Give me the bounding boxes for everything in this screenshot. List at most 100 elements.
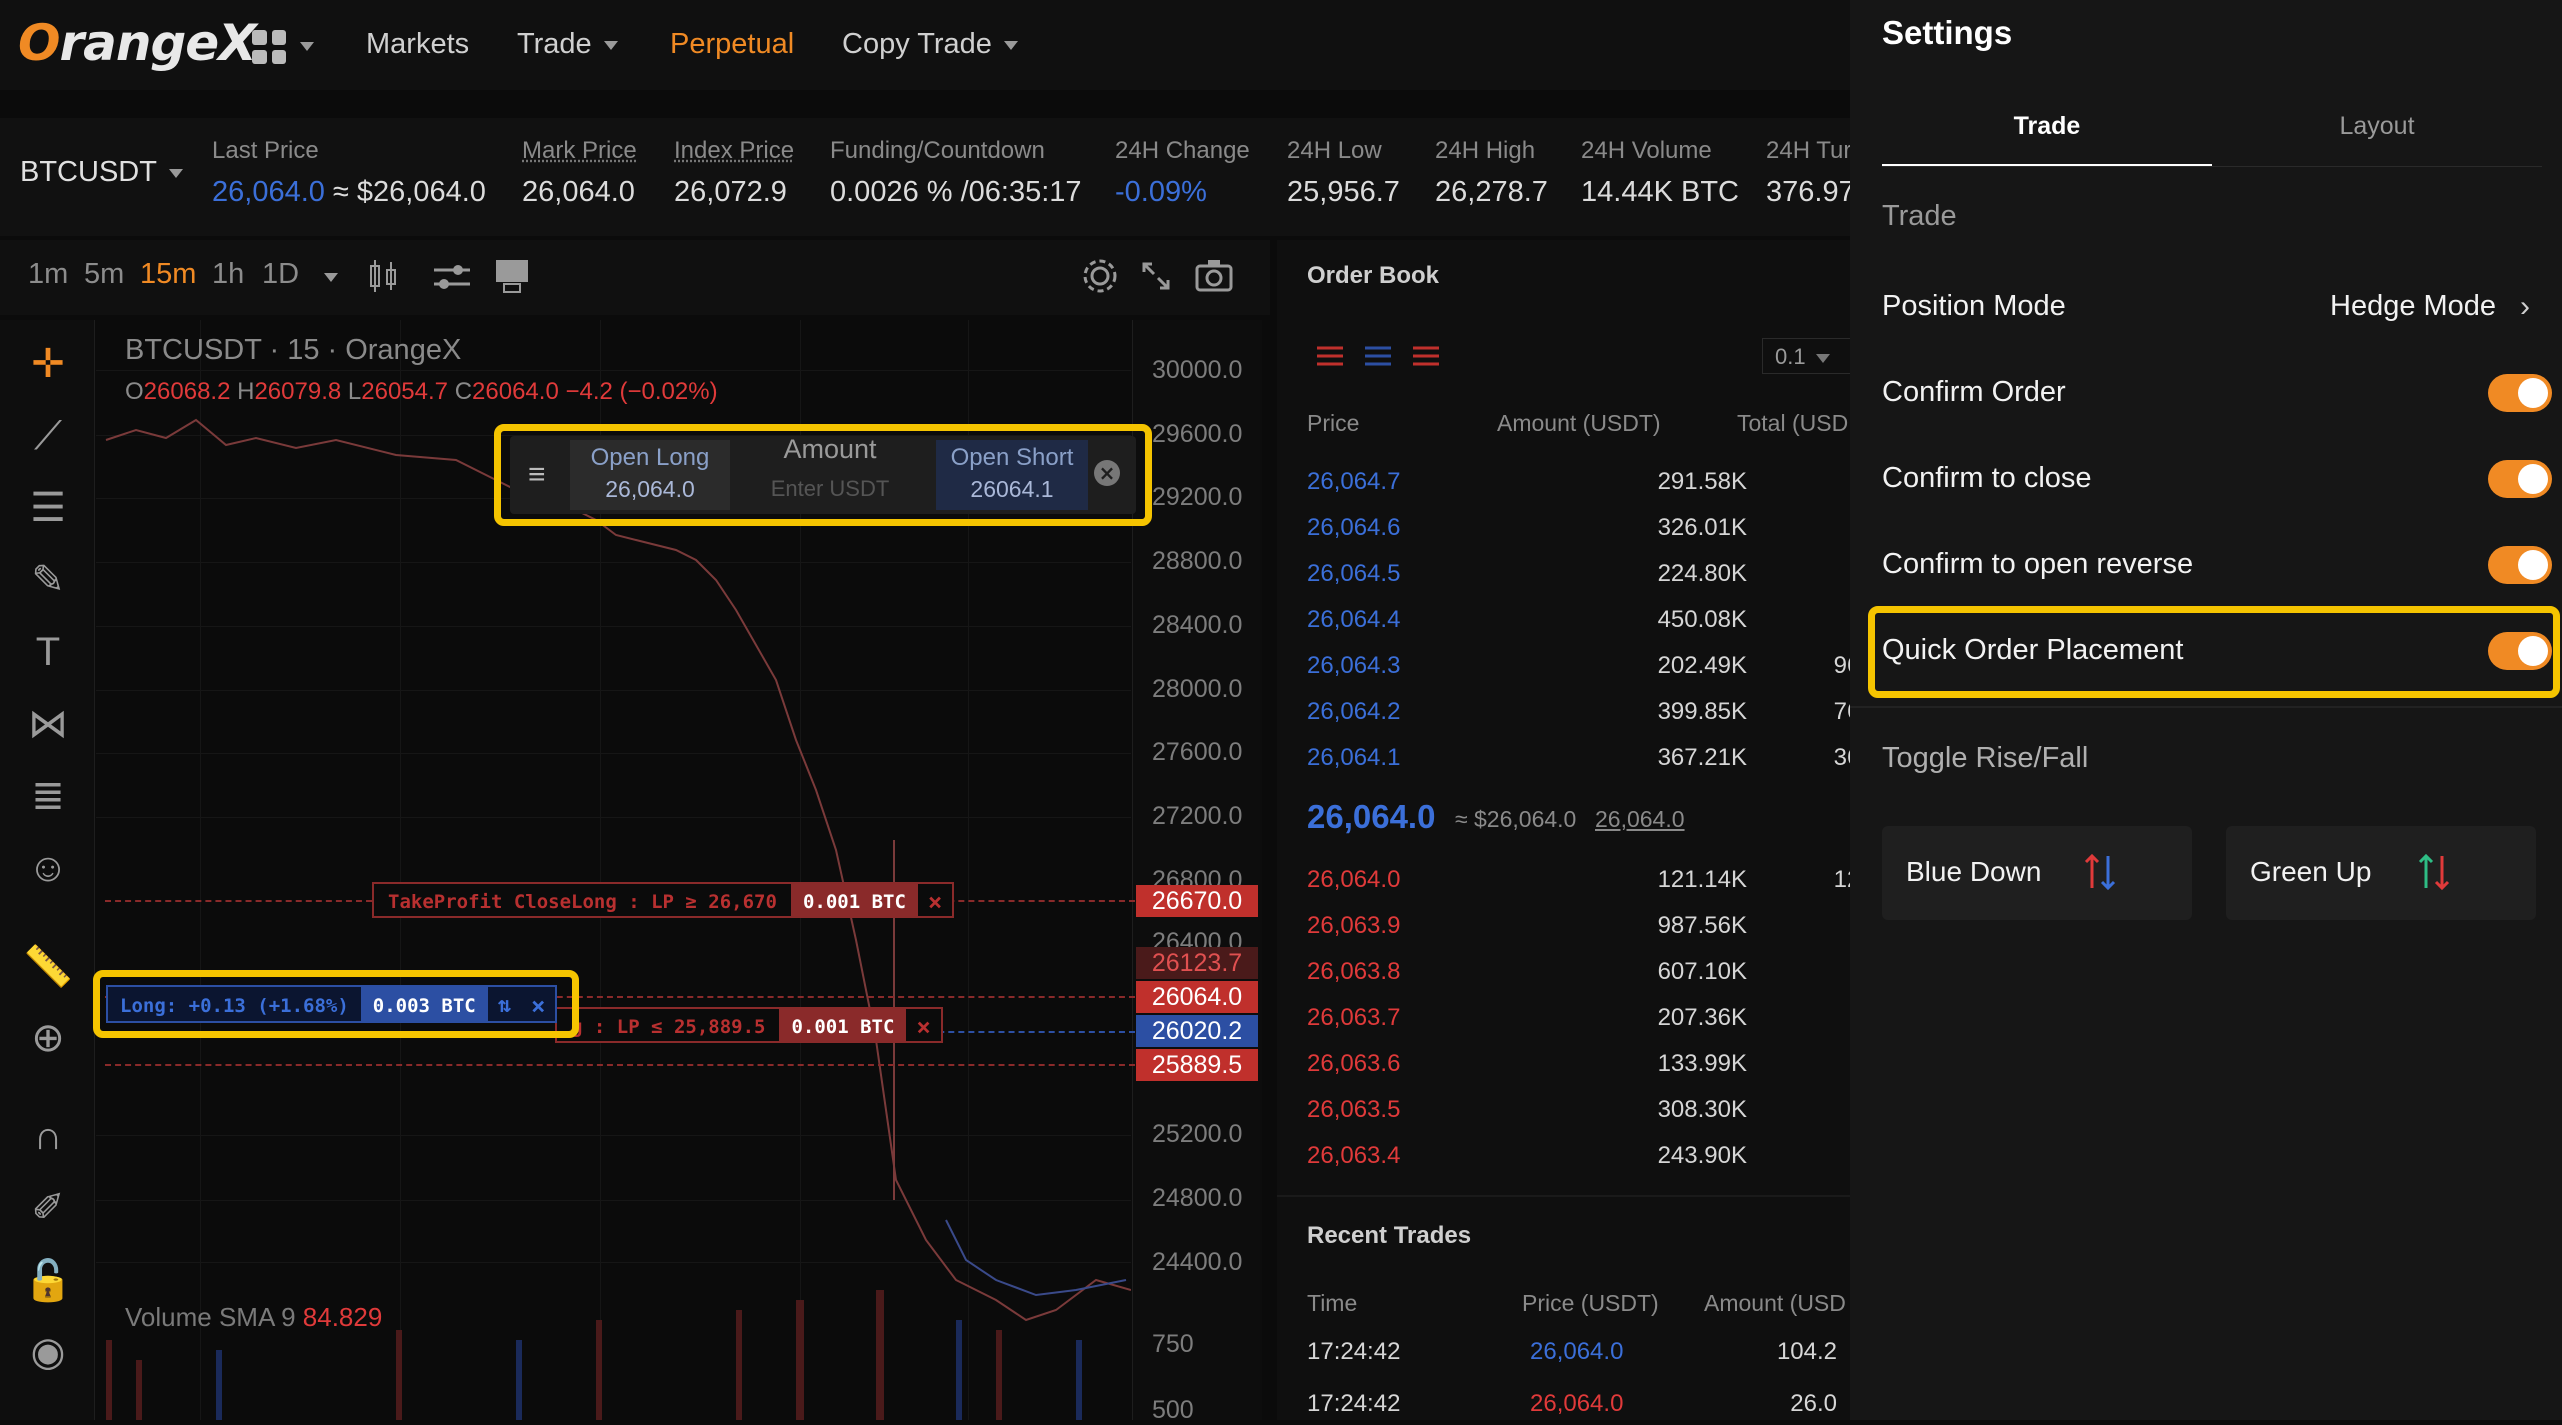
close-position-icon[interactable]: ×: [521, 987, 555, 1021]
index-price-value: 26,072.9: [674, 176, 787, 208]
y-tick: 28000.0: [1152, 675, 1243, 703]
candles-icon[interactable]: [368, 258, 398, 294]
open-long-button[interactable]: Open Long 26,064.0: [570, 440, 730, 510]
y-tick: 28400.0: [1152, 611, 1243, 639]
ruler-icon[interactable]: 📏: [20, 938, 76, 994]
nav-copy-trade[interactable]: Copy Trade: [842, 28, 1018, 61]
blue-down-option[interactable]: Blue Down: [1882, 826, 2192, 920]
bid-amount: 607.10K: [1657, 958, 1747, 985]
trade-amount: 26.0: [1790, 1390, 1837, 1417]
nav-perpetual[interactable]: Perpetual: [670, 28, 794, 61]
close-icon[interactable]: ×: [906, 1009, 940, 1041]
timeframe-15m[interactable]: 15m: [140, 258, 196, 291]
open-short-button[interactable]: Open Short 26064.1: [936, 440, 1088, 510]
nav-trade[interactable]: Trade: [517, 28, 618, 61]
position-mode-value[interactable]: Hedge Mode: [2330, 290, 2496, 323]
magnet-icon[interactable]: ∩: [20, 1108, 76, 1164]
bid-row[interactable]: 26,063.7207.36K1.92: [1277, 998, 1907, 1038]
indicators-icon[interactable]: [432, 262, 472, 292]
text-icon[interactable]: T: [20, 624, 76, 680]
nav-markets[interactable]: Markets: [366, 28, 469, 61]
confirm-reverse-toggle[interactable]: [2488, 546, 2552, 584]
ask-row[interactable]: 26,064.5224.80K1.64: [1277, 554, 1907, 594]
crosshair-icon[interactable]: ✛: [20, 336, 76, 392]
camera-icon[interactable]: [1194, 258, 1234, 294]
close-icon[interactable]: ×: [918, 884, 952, 916]
book-view-icons[interactable]: [1315, 342, 1445, 372]
fib-icon[interactable]: ≣: [20, 768, 76, 824]
turnover-value: 376.97: [1766, 176, 1855, 208]
position-mode-label: Position Mode: [1882, 290, 2066, 322]
take-profit-order[interactable]: TakeProfit CloseLong : LP ≥ 26,670 0.001…: [372, 882, 955, 918]
trade-row: 17:24:42 26,064.0 104.2: [1277, 1332, 1850, 1372]
stop-loss-order[interactable]: g : LP ≤ 25,889.5 0.001 BTC ×: [555, 1007, 943, 1043]
eye-icon[interactable]: ◉: [20, 1324, 76, 1380]
green-up-option[interactable]: Green Up: [2226, 826, 2536, 920]
timeframe-1h[interactable]: 1h: [212, 258, 244, 291]
menu-icon[interactable]: ≡: [528, 458, 546, 492]
index-price-label[interactable]: Index Price: [674, 137, 794, 165]
apps-grid-icon[interactable]: [252, 30, 286, 64]
brush-icon[interactable]: ✎: [20, 552, 76, 608]
gear-icon[interactable]: [1080, 256, 1120, 296]
settings-title: Settings: [1882, 14, 2013, 51]
close-quick-order-icon[interactable]: ×: [1094, 460, 1120, 486]
chart-title: BTCUSDT · 15 · OrangeX: [125, 334, 462, 366]
amount-input[interactable]: Enter USDT: [742, 476, 918, 502]
timeframe-chevron-icon[interactable]: [324, 273, 338, 282]
ask-row[interactable]: 26,064.1367.21K367.21: [1277, 738, 1907, 778]
confirm-order-toggle[interactable]: [2488, 374, 2552, 412]
pattern-icon[interactable]: ⋈: [20, 696, 76, 752]
toggle-rise-fall-label: Toggle Rise/Fall: [1882, 742, 2089, 774]
ask-amount: 291.58K: [1657, 468, 1747, 495]
trade-price: 26,064.0: [1530, 1390, 1624, 1417]
bid-row[interactable]: 26,063.9987.56K1.10: [1277, 906, 1907, 946]
ask-row[interactable]: 26,064.7291.58K2.26: [1277, 462, 1907, 502]
mark-price-label[interactable]: Mark Price: [522, 137, 637, 165]
templates-icon[interactable]: [494, 258, 530, 294]
tab-layout[interactable]: Layout: [2212, 112, 2542, 141]
ask-price: 26,064.7: [1307, 468, 1401, 495]
bid-row[interactable]: 26,064.0121.14K121.14: [1277, 860, 1907, 900]
rt-price-header: Price (USDT): [1522, 1290, 1659, 1316]
trend-line-icon[interactable]: ⟋: [20, 408, 76, 464]
bid-amount: 121.14K: [1657, 866, 1747, 893]
precision-select[interactable]: 0.1: [1762, 338, 1852, 374]
y-tick: 500: [1152, 1396, 1194, 1424]
lock-icon[interactable]: 🔓: [20, 1252, 76, 1308]
chevron-down-icon: [1003, 40, 1018, 50]
ask-row[interactable]: 26,064.6326.01K1.97: [1277, 508, 1907, 548]
ask-row[interactable]: 26,064.4450.08K1.41: [1277, 600, 1907, 640]
position-tag[interactable]: Long: +0.13 (+1.68%) 0.003 BTC ⇅ ×: [106, 985, 558, 1023]
bid-amount: 308.30K: [1657, 1096, 1747, 1123]
confirm-close-label: Confirm to close: [1882, 462, 2092, 494]
timeframe-1m[interactable]: 1m: [28, 258, 68, 291]
entry-price-tag: 26020.2: [1136, 1015, 1258, 1047]
chevron-right-icon[interactable]: ›: [2520, 290, 2530, 324]
timeframe-1d[interactable]: 1D: [262, 258, 299, 291]
high-label: 24H High: [1435, 137, 1536, 164]
bid-row[interactable]: 26,063.4243.90K2.60: [1277, 1136, 1907, 1176]
ask-row[interactable]: 26,064.2399.85K767.06: [1277, 692, 1907, 732]
ask-row[interactable]: 26,064.3202.49K969.56: [1277, 646, 1907, 686]
horizontal-lines-icon[interactable]: ☰: [20, 480, 76, 536]
timeframe-5m[interactable]: 5m: [84, 258, 124, 291]
apps-chevron-down-icon[interactable]: [300, 42, 314, 51]
y-tick: 24400.0: [1152, 1248, 1243, 1276]
mark-price-value: 26,064.0: [522, 176, 635, 208]
fullscreen-icon[interactable]: [1140, 260, 1172, 292]
symbol-selector[interactable]: BTCUSDT: [20, 156, 183, 189]
tab-trade[interactable]: Trade: [1882, 112, 2212, 141]
bid-row[interactable]: 26,063.8607.10K1.71: [1277, 952, 1907, 992]
orangex-logo[interactable]: OrangeX: [18, 14, 257, 72]
reverse-icon[interactable]: ⇅: [488, 987, 521, 1021]
rt-amount-header: Amount (USD: [1704, 1290, 1846, 1316]
bid-row[interactable]: 26,063.5308.30K2.36: [1277, 1090, 1907, 1130]
lock-drawing-icon[interactable]: ✐: [20, 1180, 76, 1236]
zoom-in-icon[interactable]: ⊕: [20, 1010, 76, 1066]
tp-price-tag: 26670.0: [1136, 885, 1258, 917]
bid-row[interactable]: 26,063.6133.99K2.05: [1277, 1044, 1907, 1084]
ob-amount-header: Amount (USDT): [1497, 410, 1661, 436]
emoji-icon[interactable]: ☺: [20, 840, 76, 896]
confirm-close-toggle[interactable]: [2488, 460, 2552, 498]
